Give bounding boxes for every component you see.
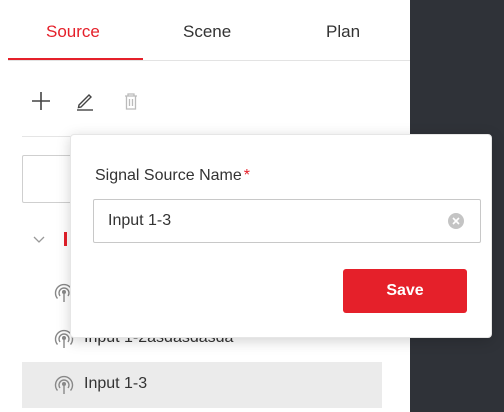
plus-icon[interactable] [28, 88, 54, 114]
signal-source-icon [54, 375, 74, 395]
active-tab-indicator [8, 58, 143, 60]
list-item-selected[interactable]: Input 1-3 [22, 362, 382, 408]
save-button[interactable]: Save [343, 269, 467, 313]
clear-icon[interactable] [447, 212, 465, 230]
list-item-label: Input 1-3 [84, 375, 148, 392]
tab-plan[interactable]: Plan [326, 22, 360, 42]
edit-icon[interactable] [72, 88, 98, 114]
tab-scene[interactable]: Scene [183, 22, 231, 42]
delete-icon[interactable] [118, 88, 144, 114]
chevron-down-icon[interactable] [32, 232, 46, 246]
tab-source[interactable]: Source [46, 22, 100, 42]
signal-source-name-input[interactable] [93, 199, 481, 243]
tree-group-marker [64, 232, 67, 246]
field-label: Signal Source Name * [95, 167, 250, 185]
required-mark: * [243, 167, 250, 184]
rename-popover: Signal Source Name* Save [70, 134, 492, 338]
tab-bar: Source Scene Plan [8, 12, 410, 61]
field-label-text: Signal Source Name [95, 167, 242, 184]
